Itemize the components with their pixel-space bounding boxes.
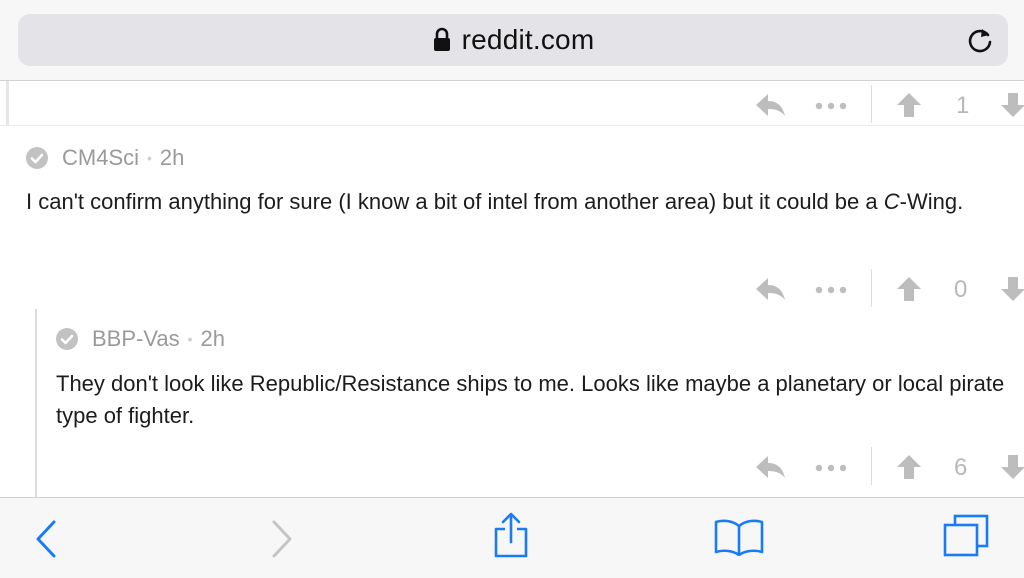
comment-actions: 6 [740, 447, 1024, 487]
comment-actions: 1 [740, 85, 1024, 125]
downvote-icon[interactable] [1000, 276, 1024, 302]
reply-icon[interactable] [754, 454, 786, 480]
upvote-icon[interactable] [896, 454, 922, 480]
comment-text: I can't confirm anything for sure (I kno… [26, 189, 884, 214]
comment-text: They don't look like Republic/Resistance… [56, 371, 1005, 428]
collapse-check-icon[interactable] [56, 328, 78, 350]
back-icon[interactable] [34, 520, 58, 558]
comment-text: -Wing. [899, 189, 964, 214]
comment-header: BBP-Vas • 2h [56, 326, 225, 352]
comment-actions: 0 [740, 269, 1024, 309]
more-options-icon[interactable] [815, 464, 847, 472]
url-text: reddit.com [461, 24, 595, 55]
comment-body: They don't look like Republic/Resistance… [56, 368, 1006, 432]
tabs-icon[interactable] [942, 514, 990, 558]
forward-icon[interactable] [270, 520, 294, 558]
comments-thread: 1 CM4Sci • 2h I can't confirm anything f… [0, 81, 1024, 497]
comment-age: 2h [159, 145, 185, 170]
downvote-icon[interactable] [1000, 92, 1024, 118]
reply-icon[interactable] [754, 276, 786, 302]
separator-dot: • [147, 150, 152, 166]
vote-count: 0 [954, 276, 968, 303]
reload-icon[interactable] [966, 26, 994, 54]
bookmarks-icon[interactable] [714, 518, 764, 556]
divider [871, 269, 872, 307]
divider [871, 447, 872, 485]
vote-count: 6 [954, 454, 968, 481]
divider [871, 85, 872, 123]
comment-text-italic: C [883, 189, 900, 214]
browser-toolbar [0, 497, 1024, 578]
comment-divider [0, 125, 1024, 126]
separator-dot: • [187, 331, 193, 347]
more-options-icon[interactable] [815, 286, 847, 294]
upvote-icon[interactable] [896, 276, 922, 302]
downvote-icon[interactable] [1000, 454, 1024, 480]
lock-icon [433, 27, 450, 51]
comment-author[interactable]: CM4Sci [62, 145, 139, 171]
more-options-icon[interactable] [815, 102, 847, 110]
nested-thread-line [35, 309, 37, 497]
share-icon[interactable] [492, 512, 530, 558]
browser-address-bar: reddit.com [0, 0, 1024, 81]
reply-icon[interactable] [754, 92, 786, 118]
comment-author[interactable]: BBP-Vas [92, 326, 180, 352]
collapse-check-icon[interactable] [26, 147, 48, 169]
thread-line [6, 81, 9, 125]
url-field[interactable]: reddit.com [18, 14, 1008, 66]
comment-header: CM4Sci • 2h [26, 145, 184, 171]
comment-body: I can't confirm anything for sure (I kno… [26, 186, 1001, 218]
vote-count: 1 [956, 92, 970, 119]
comment-age: 2h [200, 326, 226, 351]
upvote-icon[interactable] [896, 92, 922, 118]
